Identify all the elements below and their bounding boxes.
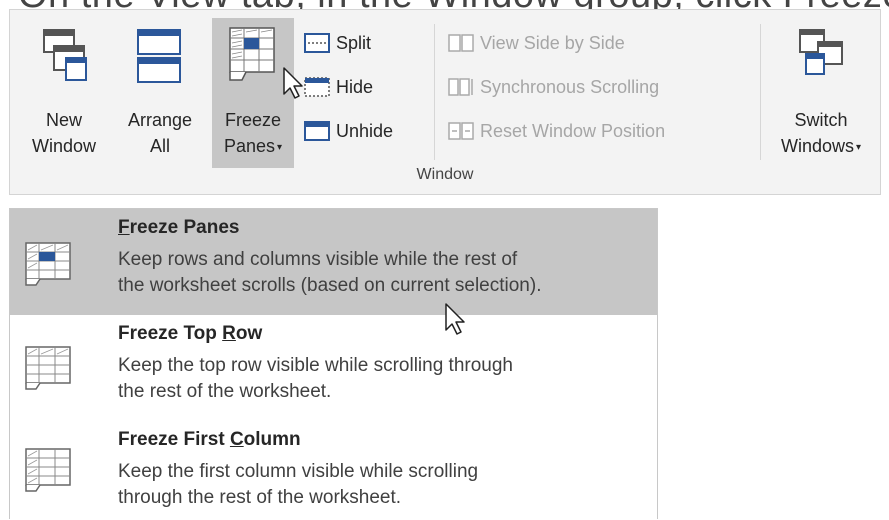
chevron-down-icon: ▾ — [277, 141, 283, 153]
new-window-label-1: New — [45, 110, 82, 130]
ribbon-separator — [434, 24, 435, 160]
menu-item-freeze-top-row[interactable]: Freeze Top Row Keep the top row visible … — [10, 315, 657, 415]
switch-windows-button[interactable]: Switch Windows ▾ — [768, 18, 874, 168]
arrange-all-label-1: Arrange — [127, 110, 193, 130]
group-label: Window — [416, 166, 474, 183]
unhide-label: Unhide — [336, 121, 394, 141]
menu-item-description-line-2: the rest of the worksheet. — [118, 381, 332, 402]
hide-label: Hide — [336, 77, 374, 97]
new-window-icon — [43, 29, 87, 81]
menu-item-description-line-1: Keep the top row visible while scrolling… — [118, 355, 513, 376]
switch-windows-label-2: Windows ▾ — [780, 136, 862, 156]
view-side-by-side-label: View Side by Side — [480, 33, 625, 53]
arrange-all-label-2: All — [149, 136, 170, 156]
ribbon-separator-2 — [760, 24, 761, 160]
new-window-button[interactable]: New Window — [20, 18, 108, 168]
chevron-down-icon: ▾ — [856, 141, 862, 153]
freeze-panes-icon — [25, 242, 71, 286]
new-window-label-2: Window — [31, 136, 97, 156]
freeze-panes-label-1: Freeze — [224, 110, 282, 130]
switch-windows-label-1: Switch — [794, 110, 848, 130]
view-side-by-side-icon — [448, 34, 474, 52]
split-button[interactable]: Split — [304, 30, 371, 56]
hide-button[interactable]: Hide — [304, 74, 373, 100]
mouse-cursor-icon — [445, 303, 465, 335]
view-side-by-side-button[interactable]: View Side by Side — [448, 30, 625, 56]
split-label: Split — [336, 33, 372, 53]
unhide-icon — [304, 121, 330, 141]
menu-item-description-line-1: Keep rows and columns visible while the … — [118, 249, 518, 270]
ribbon-window-group: New Window Arrange All Freeze Panes ▾ Sp… — [9, 9, 881, 195]
menu-item-title: Freeze First Column — [118, 429, 301, 450]
freeze-panes-ribbon-icon — [229, 27, 275, 81]
freeze-top-row-icon — [25, 346, 71, 390]
synchronous-scrolling-button[interactable]: Synchronous Scrolling — [448, 74, 659, 100]
synchronous-scrolling-label: Synchronous Scrolling — [480, 77, 660, 97]
freeze-first-column-icon — [25, 448, 71, 492]
menu-item-description-line-1: Keep the first column visible while scro… — [118, 461, 479, 482]
synchronous-scrolling-icon — [448, 78, 473, 96]
menu-item-title: Freeze Panes — [118, 217, 240, 238]
reset-window-position-label: Reset Window Position — [480, 121, 666, 141]
arrange-all-button[interactable]: Arrange All — [114, 18, 206, 168]
reset-window-position-button[interactable]: Reset Window Position — [448, 118, 665, 144]
reset-window-position-icon — [448, 122, 474, 140]
arrange-all-icon — [137, 29, 181, 83]
switch-windows-icon — [799, 29, 843, 75]
menu-item-freeze-first-column[interactable]: Freeze First Column Keep the first colum… — [10, 417, 657, 520]
freeze-panes-menu: Freeze Panes Keep rows and columns visib… — [9, 208, 658, 519]
menu-item-description-line-2: through the rest of the worksheet. — [118, 487, 402, 508]
split-icon — [304, 33, 330, 53]
mouse-cursor-icon — [283, 67, 303, 99]
menu-item-freeze-panes[interactable]: Freeze Panes Keep rows and columns visib… — [10, 209, 657, 315]
unhide-button[interactable]: Unhide — [304, 118, 393, 144]
menu-item-title: Freeze Top Row — [118, 323, 263, 344]
menu-item-description-line-2: the worksheet scrolls (based on current … — [118, 275, 542, 296]
freeze-panes-label-2: Panes ▾ — [223, 136, 283, 156]
